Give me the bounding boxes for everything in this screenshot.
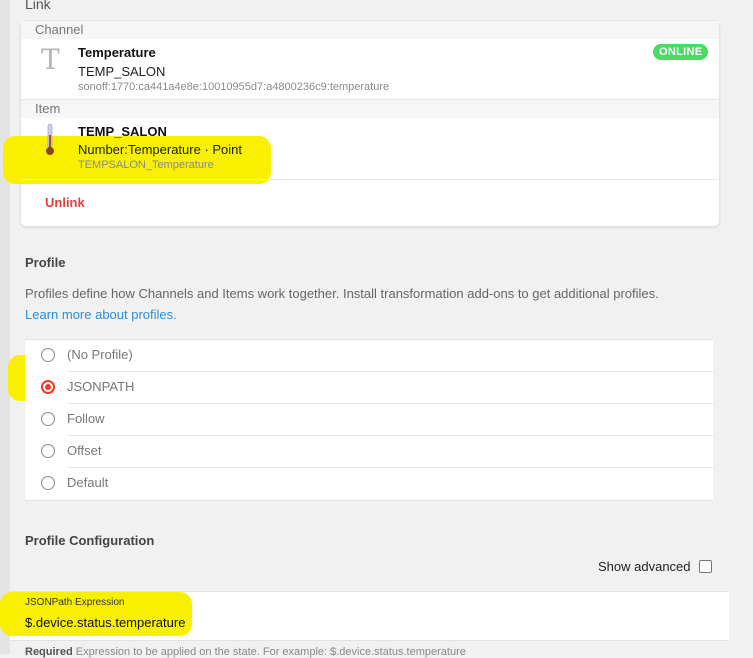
profile-option-default[interactable]: Default xyxy=(25,468,713,500)
item-section-label: Item xyxy=(21,100,719,118)
unlink-button[interactable]: Unlink xyxy=(45,195,85,210)
profile-description: Profiles define how Channels and Items w… xyxy=(25,286,659,301)
jsonpath-input[interactable]: $.device.status.temperature xyxy=(25,615,185,630)
jsonpath-label: JSONPath Expression xyxy=(25,597,125,608)
radio-button[interactable] xyxy=(41,444,55,458)
profile-heading: Profile xyxy=(25,255,66,270)
radio-button[interactable] xyxy=(41,348,55,362)
show-advanced-label[interactable]: Show advanced xyxy=(598,559,691,574)
item-label: TEMPSALON_Temperature xyxy=(78,159,214,171)
radio-button[interactable] xyxy=(41,412,55,426)
channel-section-label: Channel xyxy=(21,21,719,39)
link-card: Channel T Temperature TEMP_SALON sonoff:… xyxy=(3,20,720,227)
profile-configuration-heading: Profile Configuration xyxy=(25,533,155,548)
radio-button[interactable] xyxy=(41,476,55,490)
profile-option-label: Offset xyxy=(67,443,102,458)
divider xyxy=(21,179,719,180)
profile-option-label: Default xyxy=(67,475,109,490)
channel-item-name: TEMP_SALON xyxy=(78,64,166,79)
show-advanced-checkbox[interactable] xyxy=(699,560,712,573)
T-letter-icon: T xyxy=(41,43,60,76)
profile-option-label: (No Profile) xyxy=(67,347,133,362)
link-section-title: Link xyxy=(25,0,51,12)
required-text: Expression to be applied on the state. F… xyxy=(75,646,466,658)
profile-option-jsonpath[interactable]: JSONPATH xyxy=(25,372,713,404)
required-hint: Required Expression to be applied on the… xyxy=(25,646,466,658)
profile-option-offset[interactable]: Offset xyxy=(25,436,713,468)
profile-radio-list: (No Profile) JSONPATH Follow Offset Defa… xyxy=(25,339,713,501)
learn-more-link[interactable]: Learn more about profiles. xyxy=(25,307,177,322)
profile-option-follow[interactable]: Follow xyxy=(25,404,713,436)
profile-option-no-profile[interactable]: (No Profile) xyxy=(25,340,713,372)
status-badge: ONLINE xyxy=(653,44,709,60)
required-word: Required xyxy=(25,646,73,658)
thermometer-icon xyxy=(46,123,54,155)
channel-title: Temperature xyxy=(78,45,156,60)
radio-button-selected[interactable] xyxy=(41,380,55,394)
item-title: TEMP_SALON xyxy=(78,124,167,139)
profile-option-label: Follow xyxy=(67,411,105,426)
channel-uid: sonoff:1770:ca441a4e8e:10010955d7:a48002… xyxy=(78,81,390,93)
left-edge-strip xyxy=(0,0,10,654)
item-type: Number:Temperature · Point xyxy=(78,142,243,157)
profile-option-label: JSONPATH xyxy=(67,379,135,394)
